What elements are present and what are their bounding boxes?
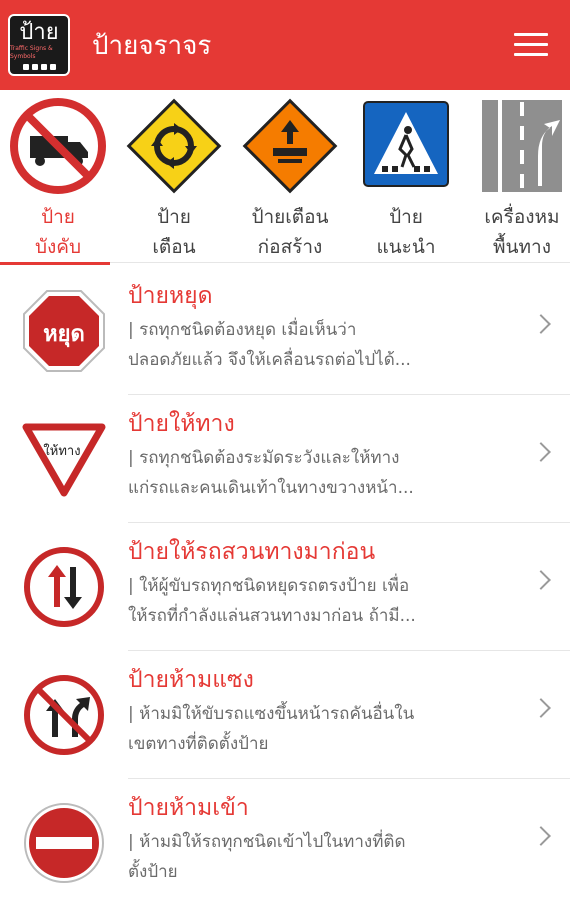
chevron-right-icon	[531, 570, 551, 590]
list-item[interactable]: ให้ทาง ป้ายให้ทาง | รถทุกชนิดต้องระมัดระ…	[0, 395, 570, 523]
construction-warning-sign-icon	[242, 98, 338, 194]
tab-label-line2: เตือน	[152, 236, 196, 258]
list-item[interactable]: ป้ายห้ามแซง | ห้ามมิให้ขับรถแซงขึ้นหน้าร…	[0, 651, 570, 779]
give-way-oncoming-sign-icon	[24, 547, 104, 627]
tab-label-line1: ป้าย	[389, 206, 423, 228]
tab-label-line1: ป้ายเตือน	[251, 206, 329, 228]
road-marking-arrow-icon	[482, 100, 562, 192]
app-logo-text: ป้าย	[19, 19, 59, 45]
tab-guide-signs[interactable]: ป้าย แนะนำ	[348, 90, 464, 262]
chevron-right-icon	[531, 826, 551, 846]
sign-title: ป้ายห้ามแซง	[128, 667, 254, 693]
app-logo-subtext: Traffic Signs & Symbols	[10, 44, 53, 60]
list-item[interactable]: หยุด ป้ายหยุด | รถทุกชนิดต้องหยุด เมื่อเ…	[0, 267, 570, 395]
category-tabs: ป้าย บังคับ ป้าย เตือน ป้ายเตือน ก่อสร้า…	[0, 90, 570, 263]
tab-label-line2: แนะนำ	[376, 236, 436, 258]
tab-road-markings[interactable]: เครื่องหม พื้นทาง	[464, 90, 570, 262]
chevron-right-icon	[531, 442, 551, 462]
sign-title: ป้ายห้ามเข้า	[128, 795, 249, 821]
yield-sign-text: ให้ทาง	[43, 443, 80, 459]
tab-warning-signs[interactable]: ป้าย เตือน	[116, 90, 232, 262]
app-logo: ป้าย Traffic Signs & Symbols	[8, 14, 70, 76]
stop-sign-icon: หยุด	[23, 290, 105, 372]
tab-mandatory-signs[interactable]: ป้าย บังคับ	[0, 90, 116, 262]
sign-title: ป้ายให้ทาง	[128, 411, 235, 437]
sign-description: | ให้ผู้ขับรถทุกชนิดหยุดรถตรงป้าย เพื่อ …	[128, 576, 416, 626]
sign-description: | รถทุกชนิดต้องระมัดระวังและให้ทาง แก่รถ…	[128, 448, 414, 498]
tab-construction-signs[interactable]: ป้ายเตือน ก่อสร้าง	[232, 90, 348, 262]
roundabout-warning-sign-icon	[126, 98, 222, 194]
pedestrian-crossing-sign-icon	[363, 101, 449, 187]
sign-description: | ห้ามมิให้ขับรถแซงขึ้นหน้ารถคันอื่นใน เ…	[128, 704, 415, 754]
no-trucks-sign-icon	[10, 98, 106, 194]
sign-description: | รถทุกชนิดต้องหยุด เมื่อเห็นว่า ปลอดภัย…	[128, 320, 411, 370]
tab-label-line2: บังคับ	[34, 236, 82, 258]
tab-label-line1: ป้าย	[41, 206, 75, 228]
tab-label-line2: ก่อสร้าง	[257, 236, 323, 258]
active-tab-indicator	[0, 262, 110, 265]
no-entry-sign-icon	[24, 803, 104, 883]
sign-title: ป้ายหยุด	[128, 283, 213, 309]
tab-label-line1: ป้าย	[157, 206, 191, 228]
tab-label-line2: พื้นทาง	[493, 236, 551, 258]
menu-icon[interactable]	[514, 33, 548, 57]
app-logo-sign-icons	[22, 63, 56, 70]
chevron-right-icon	[531, 698, 551, 718]
app-bar: ป้าย Traffic Signs & Symbols ป้ายจราจร	[0, 0, 570, 90]
list-item[interactable]: ป้ายห้ามเข้า | ห้ามมิให้รถทุกชนิดเข้าไปใ…	[0, 779, 570, 907]
sign-description: | ห้ามมิให้รถทุกชนิดเข้าไปในทางที่ติด ตั…	[128, 832, 406, 882]
stop-sign-text: หยุด	[43, 322, 85, 348]
tab-label-line1: เครื่องหม	[484, 206, 560, 228]
yield-sign-icon: ให้ทาง	[22, 423, 106, 497]
sign-list: หยุด ป้ายหยุด | รถทุกชนิดต้องหยุด เมื่อเ…	[0, 267, 570, 907]
list-item[interactable]: ป้ายให้รถสวนทางมาก่อน | ให้ผู้ขับรถทุกชน…	[0, 523, 570, 651]
sign-title: ป้ายให้รถสวนทางมาก่อน	[128, 539, 376, 565]
chevron-right-icon	[531, 314, 551, 334]
app-title: ป้ายจราจร	[92, 30, 212, 61]
no-overtaking-sign-icon	[24, 675, 104, 755]
